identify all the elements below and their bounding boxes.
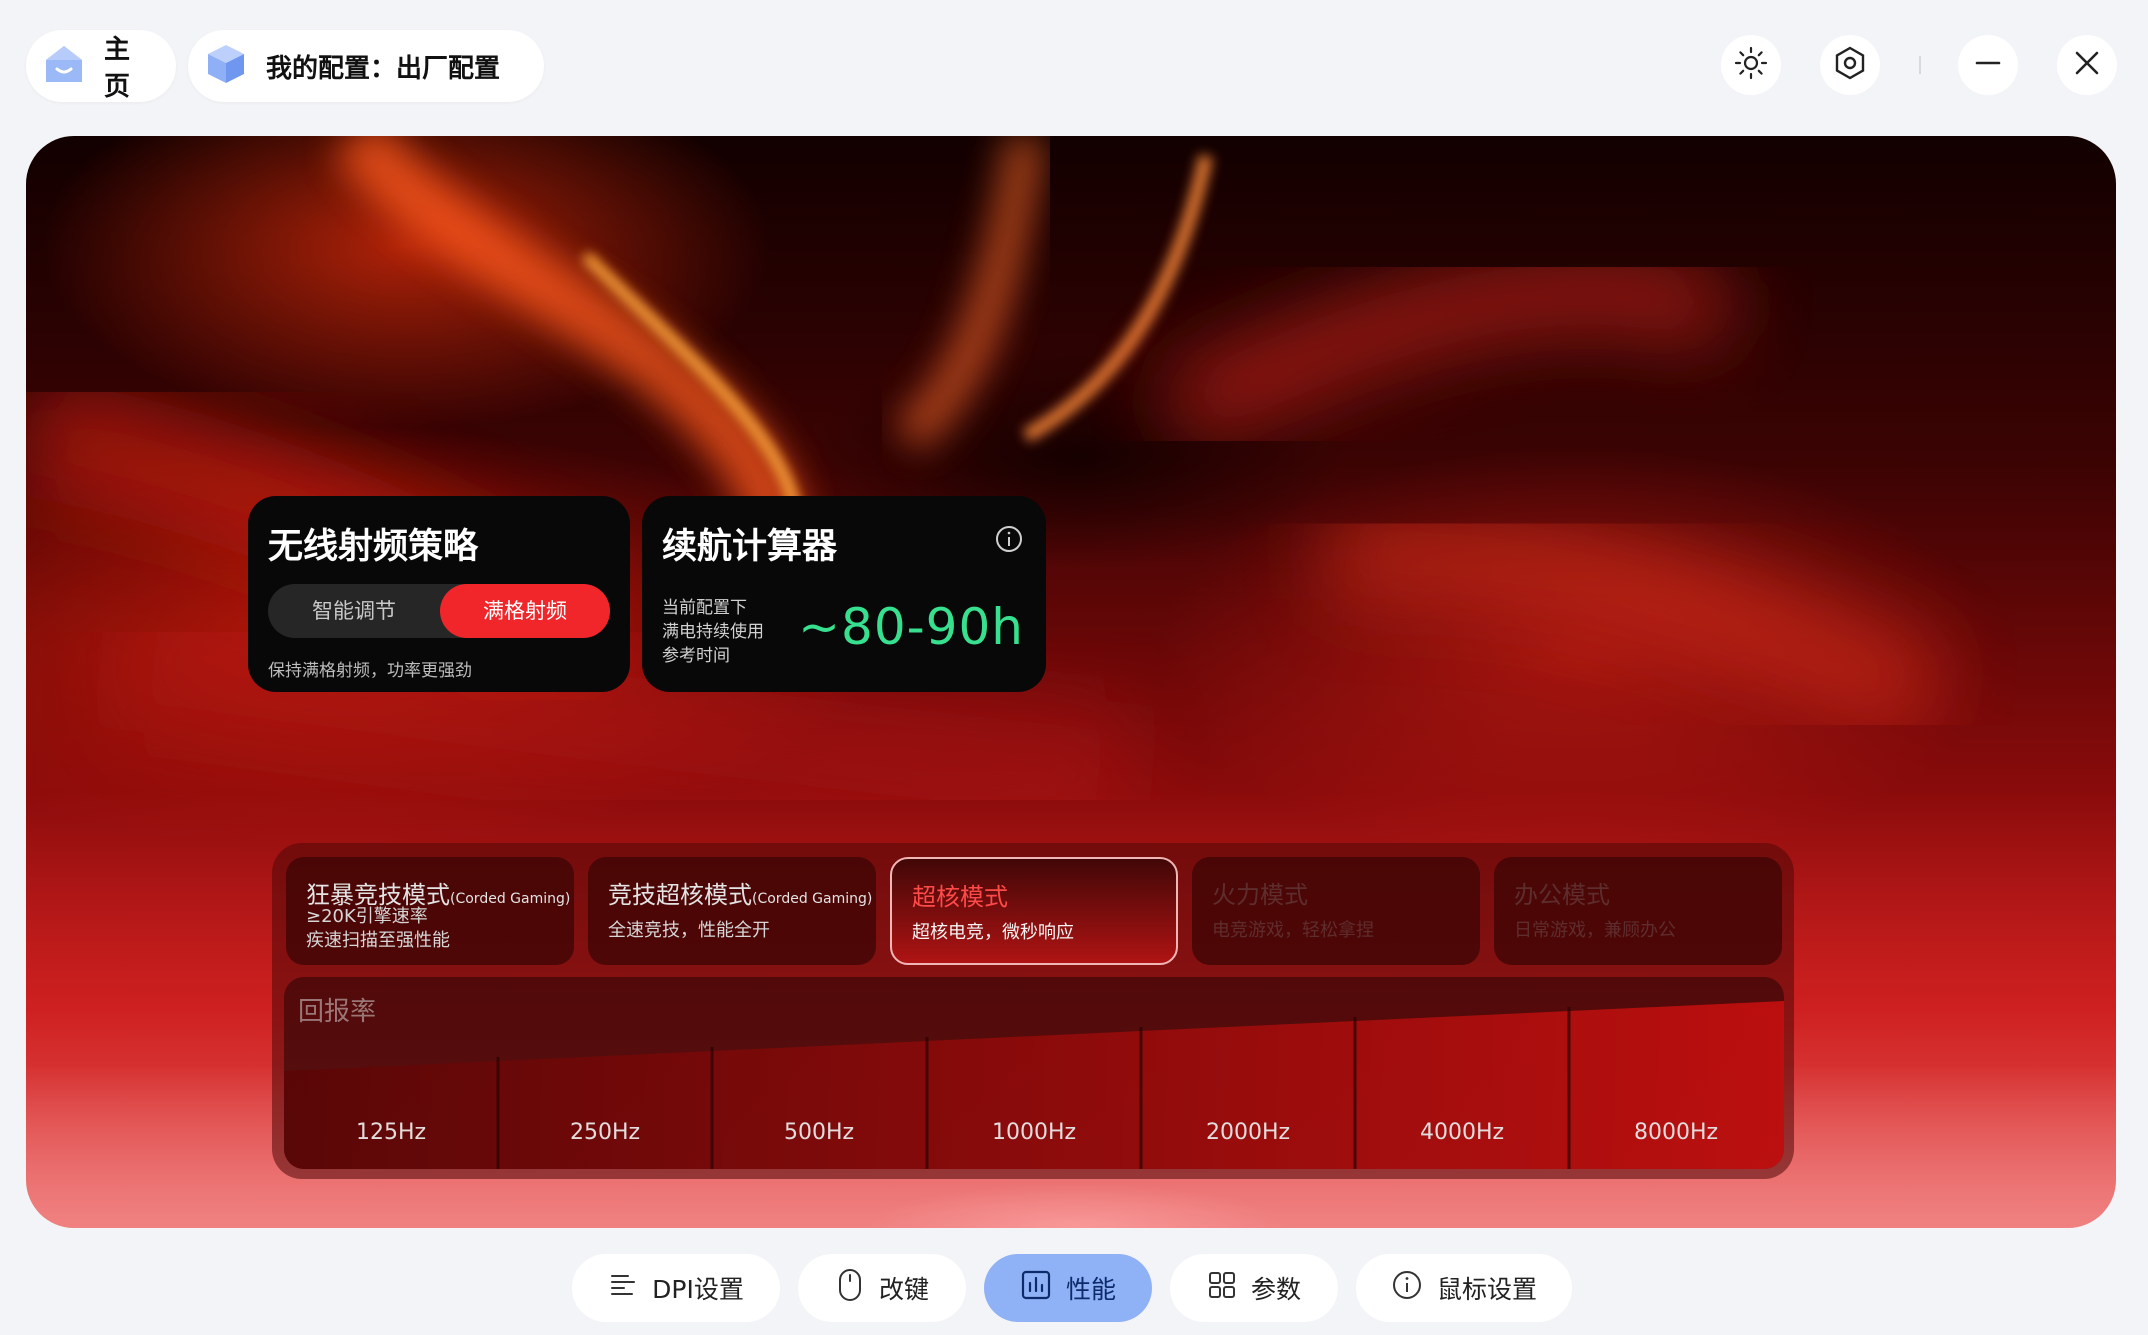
battery-card-title: 续航计算器 xyxy=(662,527,838,567)
mode-name: 竞技超核模式(Corded Gaming) xyxy=(608,881,873,909)
polling-option-500[interactable]: 500Hz xyxy=(712,1120,926,1145)
rf-option-full[interactable]: 满格射频 xyxy=(440,584,610,638)
mode-name: 火力模式 xyxy=(1212,881,1308,909)
mode-hypercore[interactable]: 超核模式 超核电竞，微秒响应 xyxy=(890,857,1178,965)
rf-toggle: 智能调节 满格射频 xyxy=(268,584,610,638)
rf-card-title: 无线射频策略 xyxy=(268,527,479,567)
polling-option-2000[interactable]: 2000Hz xyxy=(1141,1120,1355,1145)
minimize-button[interactable] xyxy=(1958,35,2018,95)
nav-label: 鼠标设置 xyxy=(1436,1275,1537,1304)
mode-desc: 全速竞技，性能全开 xyxy=(608,920,770,941)
config-selector[interactable]: 我的配置：出厂配置 xyxy=(188,30,544,102)
info-icon xyxy=(1391,1269,1423,1307)
settings-button[interactable] xyxy=(1820,35,1880,95)
nav-performance[interactable]: 性能 xyxy=(984,1254,1152,1322)
home-label: 主页 xyxy=(104,35,131,102)
battery-line-1: 当前配置下 xyxy=(662,598,747,618)
home-icon xyxy=(42,42,86,90)
mode-name: 超核模式 xyxy=(912,883,1008,911)
rf-option-smart[interactable]: 智能调节 xyxy=(268,584,440,638)
nav-label: DPI设置 xyxy=(652,1275,744,1304)
mode-desc: 超核电竞，微秒响应 xyxy=(912,922,1074,943)
brightness-button[interactable] xyxy=(1721,35,1781,95)
nav-params[interactable]: 参数 xyxy=(1170,1254,1338,1322)
mode-office[interactable]: 办公模式 日常游戏，兼顾办公 xyxy=(1494,857,1782,965)
nav-mouse-settings[interactable]: 鼠标设置 xyxy=(1356,1254,1572,1322)
hex-gear-icon xyxy=(1832,45,1868,85)
rf-strategy-card: 无线射频策略 智能调节 满格射频 保持满格射频，功率更强劲 xyxy=(248,496,630,692)
mouse-icon xyxy=(835,1268,865,1308)
grid-icon xyxy=(1207,1270,1237,1306)
home-tab[interactable]: 主页 xyxy=(26,30,176,102)
battery-estimate: ~80-90h xyxy=(798,598,1024,656)
cube-icon xyxy=(204,42,248,90)
mode-desc: ≥20K引擎速率 xyxy=(306,906,428,927)
nav-dpi[interactable]: DPI设置 xyxy=(572,1254,780,1322)
nav-label: 改键 xyxy=(878,1275,929,1304)
nav-label: 性能 xyxy=(1065,1275,1116,1304)
config-label: 我的配置：出厂配置 xyxy=(266,53,501,84)
polling-option-8000[interactable]: 8000Hz xyxy=(1569,1120,1783,1145)
battery-line-2: 满电持续使用 xyxy=(662,622,764,642)
nav-label: 参数 xyxy=(1250,1275,1301,1304)
close-icon xyxy=(2072,48,2102,82)
nav-remap[interactable]: 改键 xyxy=(798,1254,966,1322)
rf-description: 保持满格射频，功率更强劲 xyxy=(268,661,472,681)
polling-rate-panel: 回报率 125Hz 250Hz 500Hz 1000Hz 2000Hz 4000… xyxy=(284,977,1784,1169)
mode-name: 办公模式 xyxy=(1514,881,1610,909)
polling-option-4000[interactable]: 4000Hz xyxy=(1355,1120,1569,1145)
close-button[interactable] xyxy=(2057,35,2117,95)
polling-option-250[interactable]: 250Hz xyxy=(498,1120,712,1145)
sun-icon xyxy=(1733,45,1769,85)
mode-desc: 日常游戏，兼顾办公 xyxy=(1514,920,1676,941)
polling-rate-title: 回报率 xyxy=(298,997,377,1027)
mode-desc: 疾速扫描至强性能 xyxy=(306,930,450,951)
mode-firepower[interactable]: 火力模式 电竞游戏，轻松拿捏 xyxy=(1192,857,1480,965)
polling-option-125[interactable]: 125Hz xyxy=(284,1120,498,1145)
topbar-divider xyxy=(1919,56,1921,74)
dpi-icon xyxy=(608,1270,638,1306)
mode-competitive-core[interactable]: 竞技超核模式(Corded Gaming) 全速竞技，性能全开 xyxy=(588,857,876,965)
mode-berserk[interactable]: 狂暴竞技模式(Corded Gaming) ≥20K引擎速率 疾速扫描至强性能 xyxy=(286,857,574,965)
battery-description: 当前配置下 满电持续使用 参考时间 xyxy=(662,596,764,668)
minimize-icon xyxy=(1973,48,2003,82)
battery-calculator-card: 续航计算器 当前配置下 满电持续使用 参考时间 ~80-90h xyxy=(642,496,1046,692)
mode-desc: 电竞游戏，轻松拿捏 xyxy=(1212,920,1374,941)
performance-icon xyxy=(1020,1269,1052,1307)
info-icon[interactable] xyxy=(994,524,1024,558)
polling-option-1000[interactable]: 1000Hz xyxy=(927,1120,1141,1145)
battery-line-3: 参考时间 xyxy=(662,646,730,666)
